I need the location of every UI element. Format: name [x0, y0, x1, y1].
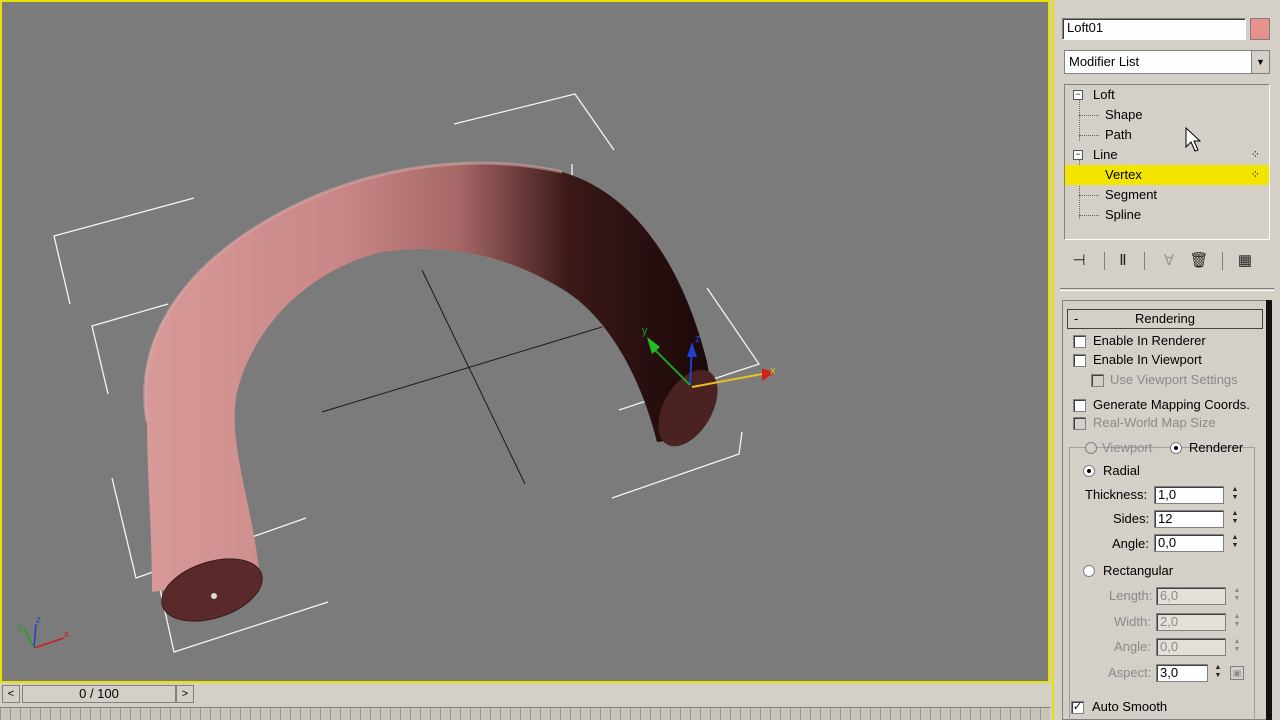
- show-end-result-icon[interactable]: Ⅱ: [1112, 250, 1134, 272]
- perspective-viewport[interactable]: x z y x z y: [0, 0, 1050, 683]
- renderer-radio-label: Renderer: [1189, 440, 1244, 455]
- enable-in-viewport-label: Enable In Viewport: [1093, 352, 1202, 367]
- stack-toolbar: ⊣ Ⅱ ∀ 🗑 ▦: [1064, 248, 1270, 274]
- rendering-rollout: - Rendering Enable In Renderer Enable In…: [1062, 300, 1268, 720]
- stack-item-line[interactable]: − Line ⁘: [1065, 145, 1269, 165]
- time-slider[interactable]: 0 / 100: [22, 685, 176, 703]
- stack-item-shape[interactable]: Shape: [1065, 105, 1269, 125]
- stack-item-label: Segment: [1105, 187, 1158, 202]
- configure-modifier-sets-icon[interactable]: ▦: [1234, 250, 1256, 272]
- generate-mapping-label: Generate Mapping Coords.: [1093, 397, 1250, 412]
- enable-in-renderer-checkbox[interactable]: [1073, 335, 1086, 348]
- rect-angle-label: Angle:: [1114, 639, 1151, 654]
- thickness-label: Thickness:: [1085, 487, 1148, 502]
- axis-z-label: z: [36, 615, 41, 626]
- real-world-map-label: Real-World Map Size: [1093, 415, 1216, 430]
- aspect-spinner[interactable]: ▲ ▼: [1212, 664, 1224, 682]
- gizmo-x-label: x: [770, 365, 776, 377]
- chevron-down-icon[interactable]: ▼: [1251, 51, 1269, 73]
- pin-stack-icon[interactable]: ⊣: [1068, 250, 1090, 272]
- stack-item-loft[interactable]: − Loft: [1065, 85, 1269, 105]
- use-viewport-settings-label: Use Viewport Settings: [1110, 372, 1238, 387]
- enable-in-viewport-checkbox[interactable]: [1073, 354, 1086, 367]
- stack-item-label: Vertex: [1105, 167, 1142, 182]
- rectangular-radio-label: Rectangular: [1103, 563, 1174, 578]
- next-frame-button[interactable]: >: [176, 685, 194, 703]
- use-viewport-settings-checkbox[interactable]: [1091, 374, 1104, 387]
- modifier-list-label: Modifier List: [1069, 54, 1140, 69]
- make-unique-icon[interactable]: ∀: [1158, 250, 1180, 272]
- radial-radio[interactable]: [1083, 465, 1095, 477]
- aspect-label: Aspect:: [1108, 665, 1152, 680]
- modifier-stack[interactable]: − Loft Shape Path − Line ⁘ Vertex ⁘ Segm…: [1064, 84, 1270, 240]
- rectangular-radio[interactable]: [1083, 565, 1095, 577]
- vertex-subobject-icon: ⁘: [1250, 169, 1261, 181]
- gizmo-z-label: z: [695, 333, 701, 345]
- length-field[interactable]: 6,0: [1156, 587, 1226, 605]
- object-color-swatch[interactable]: [1250, 18, 1270, 40]
- generate-mapping-checkbox[interactable]: [1073, 399, 1086, 412]
- panel-divider: [1060, 288, 1274, 291]
- viewport-scene: x z y x z y: [18, 93, 776, 653]
- remove-modifier-icon[interactable]: 🗑: [1188, 250, 1210, 272]
- stack-item-vertex[interactable]: Vertex ⁘: [1065, 165, 1269, 185]
- stack-item-spline[interactable]: Spline: [1065, 205, 1269, 225]
- enable-in-renderer-label: Enable In Renderer: [1093, 333, 1206, 348]
- viewport-radio-label: Viewport: [1102, 440, 1153, 455]
- stack-item-label: Line: [1093, 147, 1118, 162]
- light-bulb-toggle-icon[interactable]: ⁘: [1251, 145, 1261, 165]
- sides-field[interactable]: 12: [1154, 510, 1224, 528]
- sides-label: Sides:: [1113, 511, 1150, 526]
- renderer-radio[interactable]: [1170, 442, 1182, 454]
- collapse-icon[interactable]: −: [1073, 90, 1083, 100]
- home-grid: [321, 269, 603, 485]
- stack-item-label: Path: [1105, 127, 1132, 142]
- stack-item-label: Spline: [1105, 207, 1142, 222]
- angle-field[interactable]: 0,0: [1154, 534, 1224, 552]
- gizmo-y-label: y: [642, 325, 648, 337]
- viewport-radio[interactable]: [1085, 442, 1097, 454]
- real-world-map-checkbox[interactable]: [1073, 417, 1086, 430]
- auto-smooth-checkbox[interactable]: ✓: [1071, 701, 1084, 714]
- collapse-icon[interactable]: −: [1073, 150, 1083, 160]
- length-label: Length:: [1109, 588, 1153, 603]
- auto-smooth-label: Auto Smooth: [1092, 699, 1168, 714]
- width-label: Width:: [1114, 614, 1151, 629]
- sides-spinner[interactable]: ▲ ▼: [1229, 510, 1241, 528]
- frame-counter: 0 / 100: [79, 686, 119, 701]
- panel-scrollbar[interactable]: [1266, 300, 1272, 720]
- lock-aspect-icon[interactable]: ▣: [1230, 666, 1244, 680]
- object-name-field[interactable]: Loft01: [1062, 18, 1246, 40]
- modifier-list-dropdown[interactable]: Modifier List ▼: [1064, 50, 1270, 74]
- thickness-field[interactable]: 1,0: [1154, 486, 1224, 504]
- rect-angle-field[interactable]: 0,0: [1156, 638, 1226, 656]
- rect-angle-spinner[interactable]: ▲ ▼: [1231, 638, 1243, 656]
- time-slider-bar: < 0 / 100 >: [0, 683, 1050, 720]
- mouse-cursor-icon: [1185, 127, 1201, 152]
- thickness-spinner[interactable]: ▲ ▼: [1229, 486, 1241, 504]
- length-spinner[interactable]: ▲ ▼: [1231, 587, 1243, 605]
- angle-spinner[interactable]: ▲ ▼: [1229, 534, 1241, 552]
- app-window: x z y x z y < 0 / 100 > Loft01 Modifier …: [0, 0, 1280, 720]
- width-field[interactable]: 2,0: [1156, 613, 1226, 631]
- width-spinner[interactable]: ▲ ▼: [1231, 613, 1243, 631]
- angle-label: Angle:: [1112, 536, 1149, 551]
- collapse-icon: -: [1074, 311, 1079, 326]
- stack-item-label: Loft: [1093, 87, 1115, 102]
- rollout-title: Rendering: [1135, 311, 1195, 326]
- aspect-field[interactable]: 3,0: [1156, 664, 1208, 682]
- radial-radio-label: Radial: [1103, 463, 1140, 478]
- modify-panel: Loft01 Modifier List ▼ − Loft Shape Path: [1052, 0, 1280, 720]
- stack-item-segment[interactable]: Segment: [1065, 185, 1269, 205]
- axis-y-label: y: [18, 622, 23, 633]
- loft-tube-mesh: [143, 161, 718, 622]
- prev-frame-button[interactable]: <: [2, 685, 20, 703]
- timeline-track[interactable]: [0, 707, 1050, 720]
- rendering-rollout-header[interactable]: - Rendering: [1067, 309, 1263, 329]
- axis-x-label: x: [64, 629, 69, 640]
- world-axis-tripod: [23, 623, 65, 649]
- stack-item-path[interactable]: Path: [1065, 125, 1269, 145]
- stack-item-label: Shape: [1105, 107, 1143, 122]
